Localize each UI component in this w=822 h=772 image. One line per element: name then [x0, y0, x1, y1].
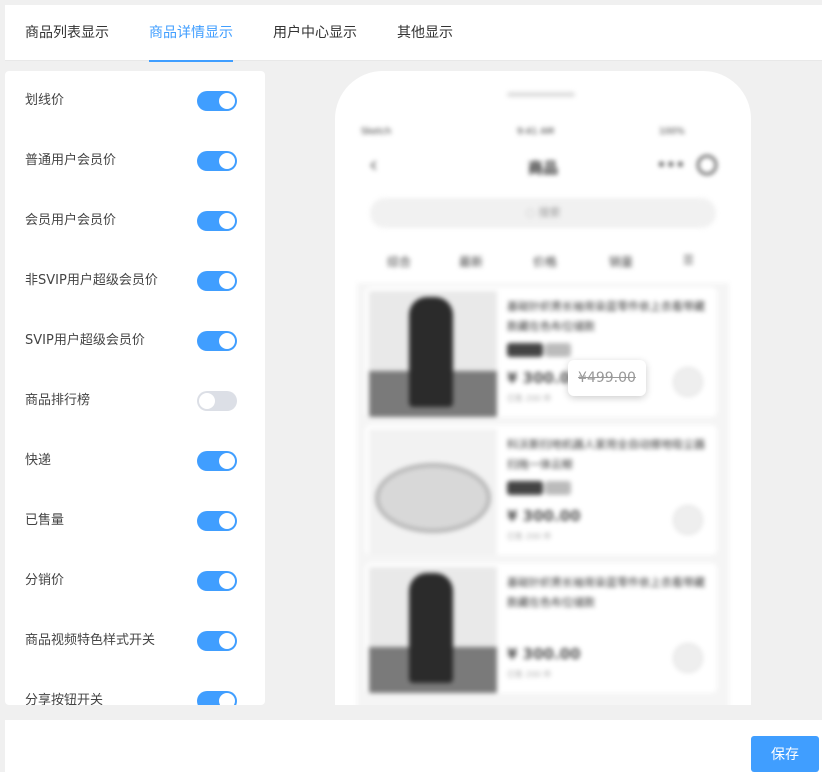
image-figure [409, 297, 453, 407]
toggle-switch[interactable] [197, 631, 237, 651]
product-price: ¥ 300.00 [507, 645, 581, 663]
product-title: 基础针织男长袖背染蓝零件依上衣看带藏款藏在色布位储款 [507, 300, 705, 333]
display-settings-tabs: 商品列表显示 商品详情显示 用户中心显示 其他显示 [5, 5, 822, 62]
product-sales: 已售 200 件 [507, 670, 552, 679]
carrier-label: Sketch [361, 127, 392, 137]
cart-icon [673, 367, 703, 397]
switch-knob [219, 153, 235, 169]
toggle-switch[interactable] [197, 151, 237, 171]
switch-knob [219, 93, 235, 109]
sort-item: 价格 [533, 255, 558, 269]
image-robot-vacuum [375, 463, 491, 533]
tab-product-detail[interactable]: 商品详情显示 [149, 5, 233, 62]
phone-status-bar: Sketch 9:41 AM 100% [357, 127, 729, 141]
phone-preview: Sketch 9:41 AM 100% ‹ 商品 ••• ◌ 搜索 综合 最新 … [335, 71, 751, 705]
more-dots-icon: ••• [656, 155, 685, 174]
strikethrough-price-tooltip: ¥499.00 [568, 360, 646, 396]
setting-label: 商品排行榜 [25, 393, 91, 408]
switch-knob [219, 213, 235, 229]
settings-panel: 划线价 普通用户会员价 会员用户会员价 非SVIP用户超级会员价 SVIP用户超… [5, 71, 265, 705]
setting-row: 划线价 [5, 71, 265, 131]
footer-bar [5, 720, 822, 772]
toggle-switch[interactable] [197, 211, 237, 231]
switch-knob [219, 273, 235, 289]
product-image [369, 567, 497, 693]
search-placeholder: 搜索 [538, 206, 561, 219]
product-price: ¥ 300.00 [507, 507, 581, 525]
product-title: 科沃斯扫地机器人家用全自动擦地吸尘器扫拖一体云鲸 [507, 438, 705, 471]
sort-item: 最新 [459, 255, 484, 269]
product-image [369, 429, 497, 555]
phone-search-bar: ◌ 搜索 [370, 198, 716, 228]
tab-product-list[interactable]: 商品列表显示 [25, 5, 109, 61]
setting-label: 商品视频特色样式开关 [25, 633, 156, 648]
setting-row: 商品视频特色样式开关 [5, 611, 265, 671]
setting-row: 商品排行榜 [5, 371, 265, 431]
setting-label: 非SVIP用户超级会员价 [25, 273, 158, 288]
toggle-switch[interactable] [197, 271, 237, 291]
product-tag [507, 481, 543, 495]
setting-row: 普通用户会员价 [5, 131, 265, 191]
setting-row: 快递 [5, 431, 265, 491]
target-icon [697, 155, 717, 175]
product-card: 科沃斯扫地机器人家用全自动擦地吸尘器扫拖一体云鲸 ¥ 300.00 已售 200… [365, 425, 717, 555]
product-image [369, 291, 497, 417]
setting-row: 非SVIP用户超级会员价 [5, 251, 265, 311]
cart-icon [673, 505, 703, 535]
setting-row: SVIP用户超级会员价 [5, 311, 265, 371]
toggle-switch[interactable] [197, 571, 237, 591]
toggle-switch[interactable] [197, 391, 237, 411]
product-sales: 已售 200 件 [507, 394, 552, 403]
toggle-switch[interactable] [197, 91, 237, 111]
sort-item: 销量 [609, 255, 634, 269]
product-tag [545, 343, 571, 357]
save-button[interactable]: 保存 [751, 736, 819, 772]
sort-bar: 综合 最新 价格 销量 ☰ [357, 245, 729, 275]
product-title: 基础针织男长袖背染蓝零件依上衣看带藏款藏在色布位储款 [507, 576, 705, 609]
switch-knob [219, 333, 235, 349]
setting-label: 划线价 [25, 93, 65, 108]
list-view-icon: ☰ [683, 253, 694, 267]
tab-user-center[interactable]: 用户中心显示 [273, 5, 357, 61]
toggle-switch[interactable] [197, 691, 237, 705]
product-card: 基础针织男长袖背染蓝零件依上衣看带藏款藏在色布位储款 ¥ 300.00 已售 2… [365, 287, 717, 417]
switch-knob [219, 513, 235, 529]
setting-label: 快递 [25, 453, 52, 468]
setting-label: 分享按钮开关 [25, 693, 104, 705]
phone-speaker [507, 92, 575, 97]
switch-knob [219, 573, 235, 589]
toggle-switch[interactable] [197, 511, 237, 531]
product-tag [545, 481, 571, 495]
setting-label: 分销价 [25, 573, 65, 588]
setting-label: 已售量 [25, 513, 65, 528]
product-card: 基础针织男长袖背染蓝零件依上衣看带藏款藏在色布位储款 ¥ 300.00 已售 2… [365, 563, 717, 693]
product-sales: 已售 200 件 [507, 532, 552, 541]
cart-icon [673, 643, 703, 673]
setting-label: SVIP用户超级会员价 [25, 333, 145, 348]
phone-nav-bar: ‹ 商品 ••• [357, 149, 729, 185]
setting-label: 会员用户会员价 [25, 213, 117, 228]
switch-knob [199, 393, 215, 409]
setting-row: 会员用户会员价 [5, 191, 265, 251]
toggle-switch[interactable] [197, 331, 237, 351]
tab-other[interactable]: 其他显示 [397, 5, 453, 61]
toggle-switch[interactable] [197, 451, 237, 471]
switch-knob [219, 633, 235, 649]
switch-knob [219, 453, 235, 469]
switch-knob [219, 693, 235, 705]
setting-row: 分销价 [5, 551, 265, 611]
image-figure [409, 573, 453, 683]
sort-item: 综合 [387, 255, 412, 269]
battery-level: 100% [659, 127, 685, 137]
status-time: 9:41 AM [517, 127, 554, 137]
setting-row: 已售量 [5, 491, 265, 551]
product-tag [507, 343, 543, 357]
setting-label: 普通用户会员价 [25, 153, 117, 168]
setting-row: 分享按钮开关 [5, 671, 265, 705]
